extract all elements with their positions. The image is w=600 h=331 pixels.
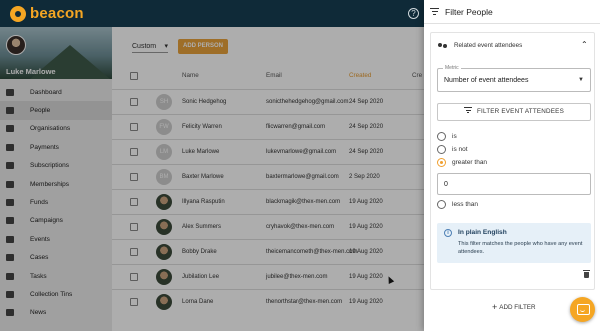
filter-panel-title: Filter People: [445, 7, 493, 17]
radio-button[interactable]: [437, 132, 446, 141]
modal-backdrop[interactable]: [0, 27, 424, 331]
plain-english-text: This filter matches the people who have …: [458, 241, 583, 255]
filter-icon: [464, 107, 472, 114]
info-icon: i: [444, 229, 452, 237]
radio-label-is-not: is not: [452, 146, 468, 153]
filter-group-title: Related event attendees: [454, 42, 523, 49]
metric-label: Metric: [443, 65, 461, 71]
chevron-up-icon[interactable]: ⌃: [581, 40, 588, 49]
beacon-logo-icon: [10, 5, 26, 22]
filter-panel: Filter People Related event attendees ⌃ …: [424, 0, 600, 331]
plain-english-title: In plain English: [458, 229, 507, 236]
filter-group-header[interactable]: Related event attendees ⌃: [431, 33, 594, 59]
delete-icon[interactable]: [583, 270, 590, 278]
metric-select[interactable]: Metric Number of event attendees ▼: [437, 65, 591, 92]
radio-button[interactable]: [437, 145, 446, 154]
value-input[interactable]: 0: [437, 173, 591, 195]
plus-icon: +: [492, 302, 498, 312]
filter-panel-header: Filter People: [424, 0, 600, 24]
add-filter-label: ADD FILTER: [499, 304, 536, 311]
plain-english-box: i In plain English This filter matches t…: [437, 223, 591, 263]
group-icon: [438, 43, 448, 49]
logo-text: beacon: [30, 5, 84, 22]
radio-label-less-than: less than: [452, 201, 479, 208]
radio-button[interactable]: [437, 200, 446, 209]
add-filter-button[interactable]: + ADD FILTER: [492, 301, 536, 312]
metric-value: Number of event attendees: [444, 77, 529, 84]
radio-label-is: is: [452, 133, 457, 140]
filter-event-attendees-label: FILTER EVENT ATTENDEES: [477, 108, 564, 115]
radio-button-selected[interactable]: [437, 158, 446, 167]
beacon-logo[interactable]: beacon: [10, 5, 84, 22]
filter-group-card: Related event attendees ⌃ Metric Number …: [430, 32, 595, 290]
caret-down-icon: ▼: [578, 77, 584, 83]
chat-icon[interactable]: [570, 297, 595, 322]
filter-icon: [430, 8, 439, 16]
radio-label-greater-than: greater than: [452, 159, 488, 166]
help-icon[interactable]: ?: [408, 8, 419, 19]
filter-event-attendees-button[interactable]: FILTER EVENT ATTENDEES: [437, 103, 591, 121]
